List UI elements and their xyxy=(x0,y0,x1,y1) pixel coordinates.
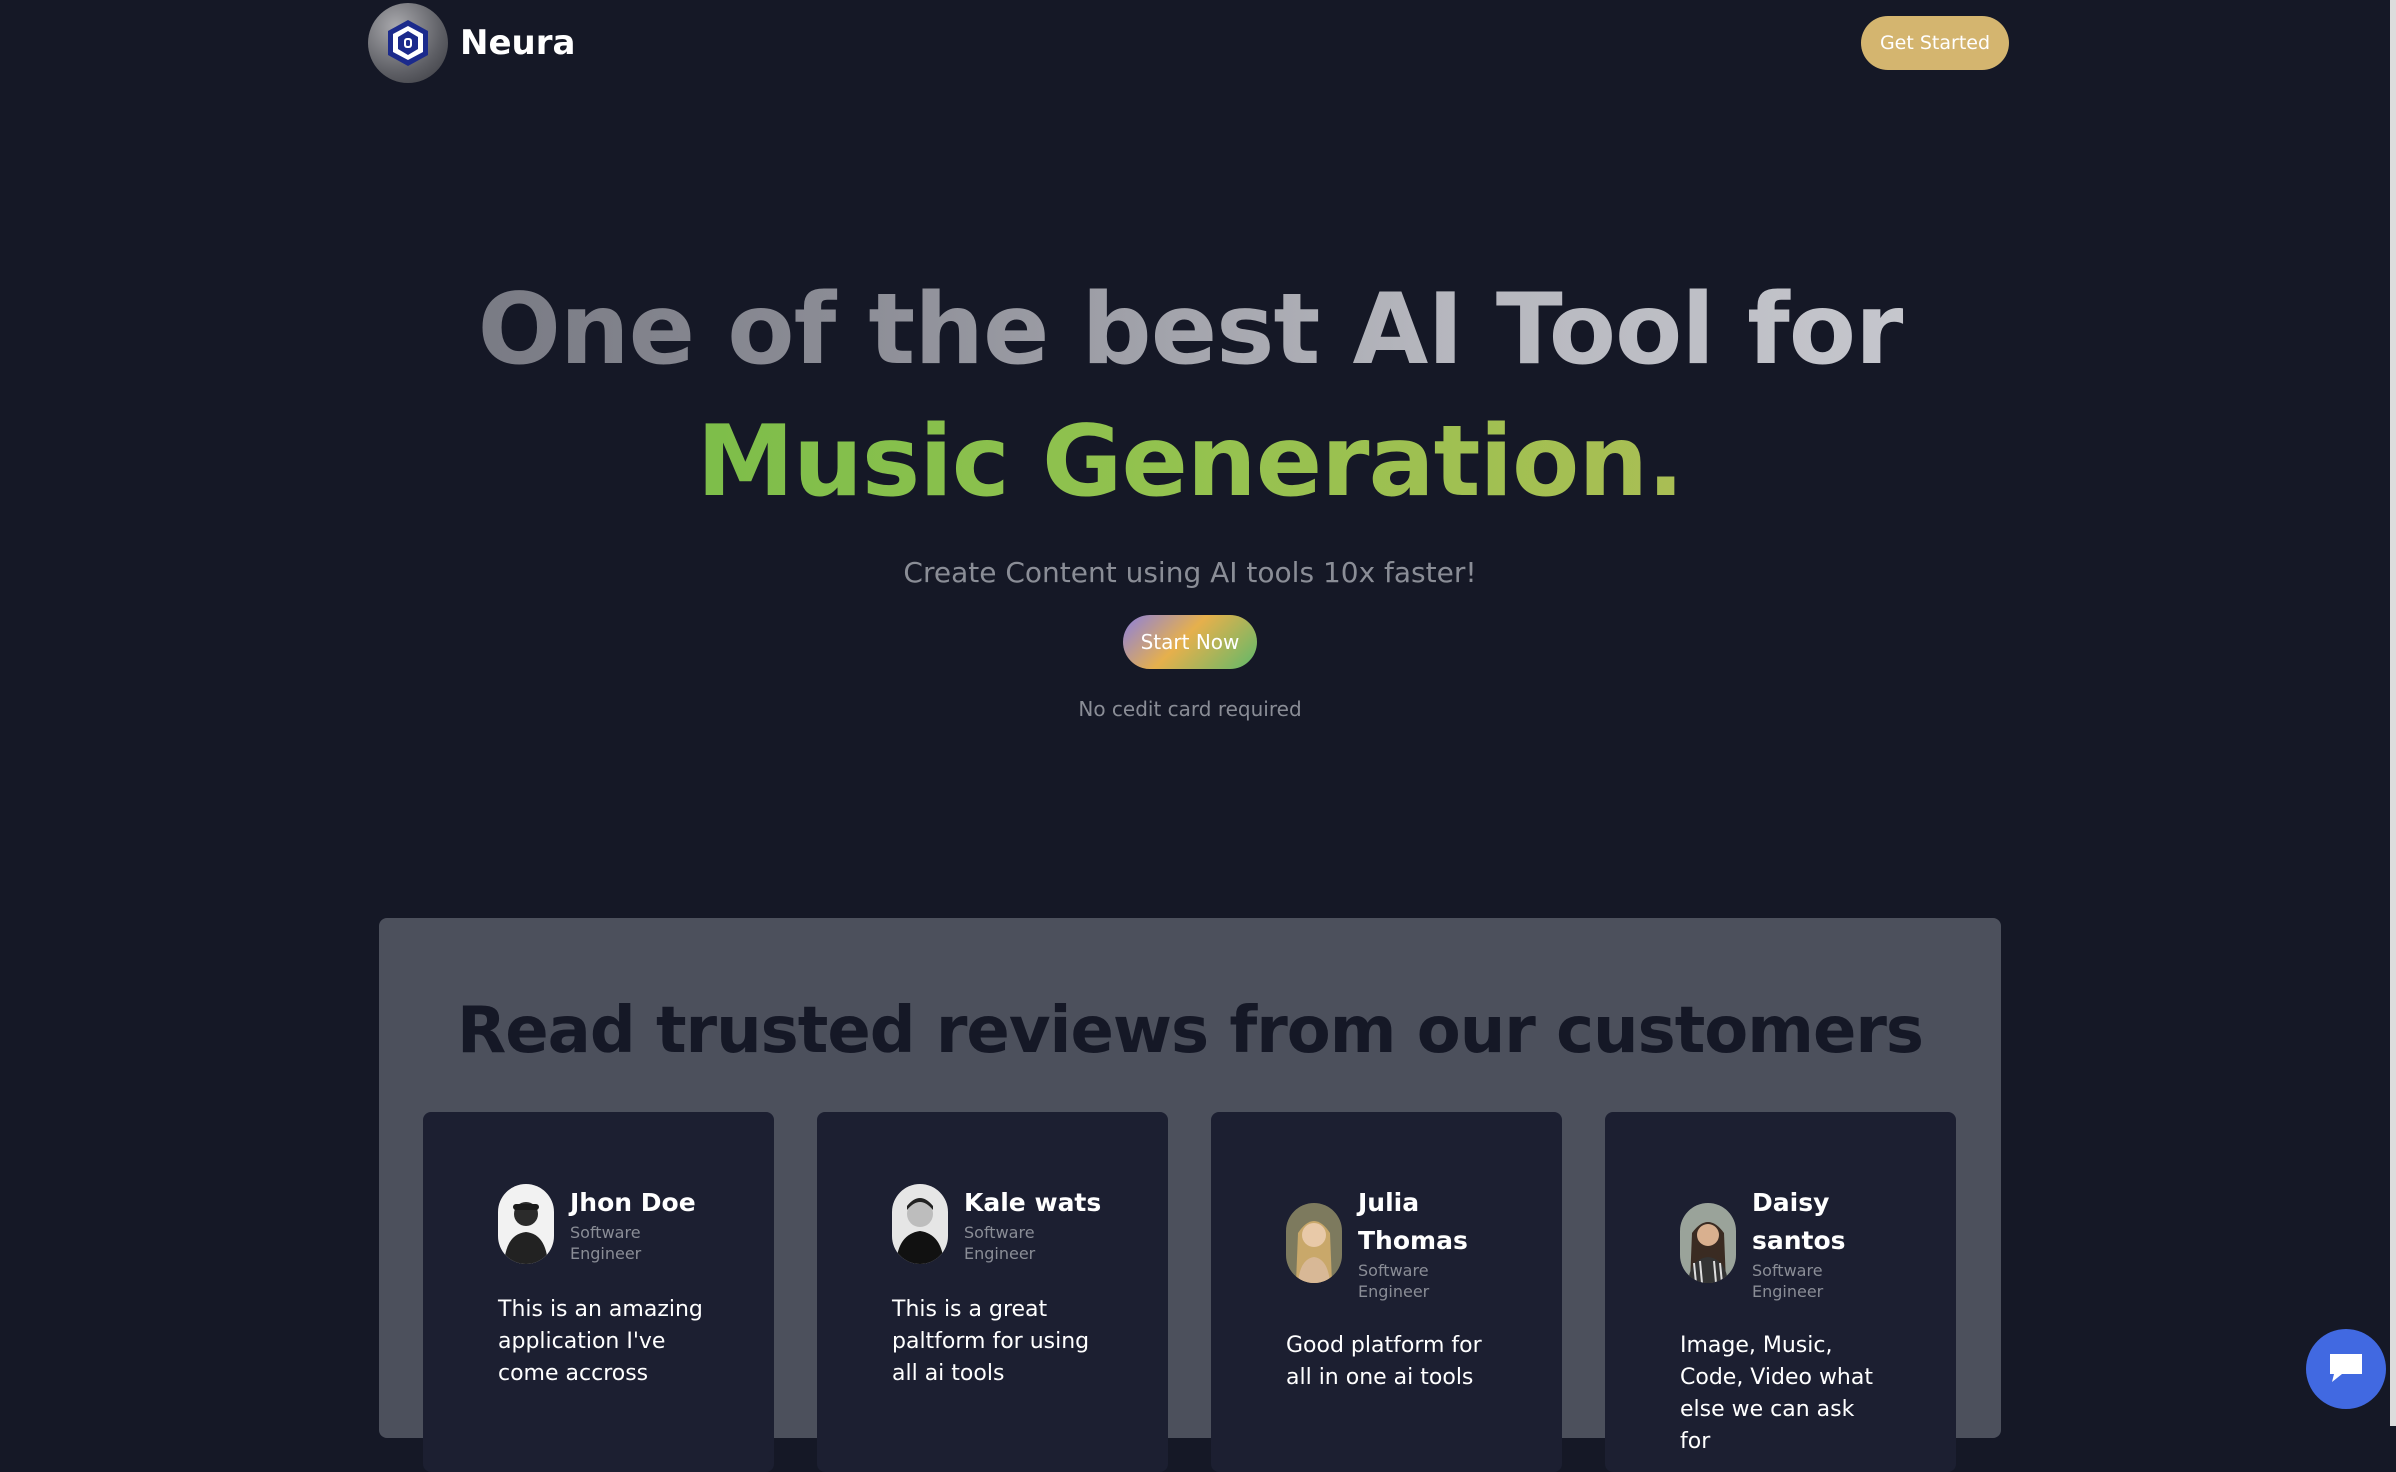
reviewer-name: Daisy santos xyxy=(1752,1188,1846,1255)
reviews-section: Read trusted reviews from our customers … xyxy=(379,918,2001,1472)
reviewer-name: Julia Thomas xyxy=(1358,1188,1468,1255)
review-card: Jhon Doe Software Engineer This is an am… xyxy=(423,1112,774,1472)
avatar xyxy=(498,1184,554,1264)
reviewer-role: Software Engineer xyxy=(570,1223,642,1263)
hero-subtitle: Create Content using AI tools 10x faster… xyxy=(903,556,1477,589)
brand-name: Neura xyxy=(460,23,576,63)
review-card: Julia Thomas Software Engineer Good plat… xyxy=(1211,1112,1562,1472)
review-card-header: Jhon Doe Software Engineer xyxy=(498,1184,720,1264)
reviewer-info: Jhon Doe Software Engineer xyxy=(570,1184,720,1264)
review-quote: Good platform for all in one ai tools xyxy=(1286,1333,1482,1390)
avatar xyxy=(1286,1203,1342,1283)
reviewer-info: Julia Thomas Software Engineer xyxy=(1358,1184,1508,1302)
review-quote: This is an amazing application I've come… xyxy=(498,1297,703,1386)
hero-section: One of the best AI Tool for Music Genera… xyxy=(0,270,2380,721)
reviewer-info: Daisy santos Software Engineer xyxy=(1752,1184,1902,1302)
chat-bubble-icon xyxy=(2326,1350,2366,1389)
hero-title-line1: One of the best AI Tool for xyxy=(0,270,2380,390)
review-card-header: Julia Thomas Software Engineer xyxy=(1286,1184,1508,1302)
reviewer-info: Kale wats Software Engineer xyxy=(964,1184,1114,1264)
review-card-header: Kale wats Software Engineer xyxy=(892,1184,1114,1264)
start-now-button[interactable]: Start Now xyxy=(1123,615,1257,669)
reviewer-role: Software Engineer xyxy=(964,1223,1036,1263)
hero-note: No cedit card required xyxy=(1078,697,1302,721)
reviewer-name: Kale wats xyxy=(964,1188,1102,1217)
avatar xyxy=(1680,1203,1736,1283)
avatar xyxy=(892,1184,948,1264)
hexagon-shield-logo-icon xyxy=(368,3,448,83)
hero-title-line2: Music Generation. xyxy=(0,400,2380,524)
reviewer-role: Software Engineer xyxy=(1358,1261,1430,1301)
get-started-button[interactable]: Get Started xyxy=(1861,16,2009,70)
review-card: Daisy santos Software Engineer Image, Mu… xyxy=(1605,1112,1956,1472)
site-header: Neura Get Started xyxy=(368,0,2013,88)
brand-logo-link[interactable]: Neura xyxy=(368,3,575,83)
reviews-title: Read trusted reviews from our customers xyxy=(456,994,1924,1068)
review-card: Kale wats Software Engineer This is a gr… xyxy=(817,1112,1168,1472)
review-quote: This is a great paltform for using all a… xyxy=(892,1297,1090,1386)
chat-widget-button[interactable] xyxy=(2306,1329,2386,1409)
review-quote: Image, Music, Code, Video what else we c… xyxy=(1680,1333,1873,1454)
reviewer-name: Jhon Doe xyxy=(570,1188,696,1217)
page-scrollbar[interactable] xyxy=(2390,0,2396,1426)
review-card-header: Daisy santos Software Engineer xyxy=(1680,1184,1902,1302)
reviewer-role: Software Engineer xyxy=(1752,1261,1824,1301)
